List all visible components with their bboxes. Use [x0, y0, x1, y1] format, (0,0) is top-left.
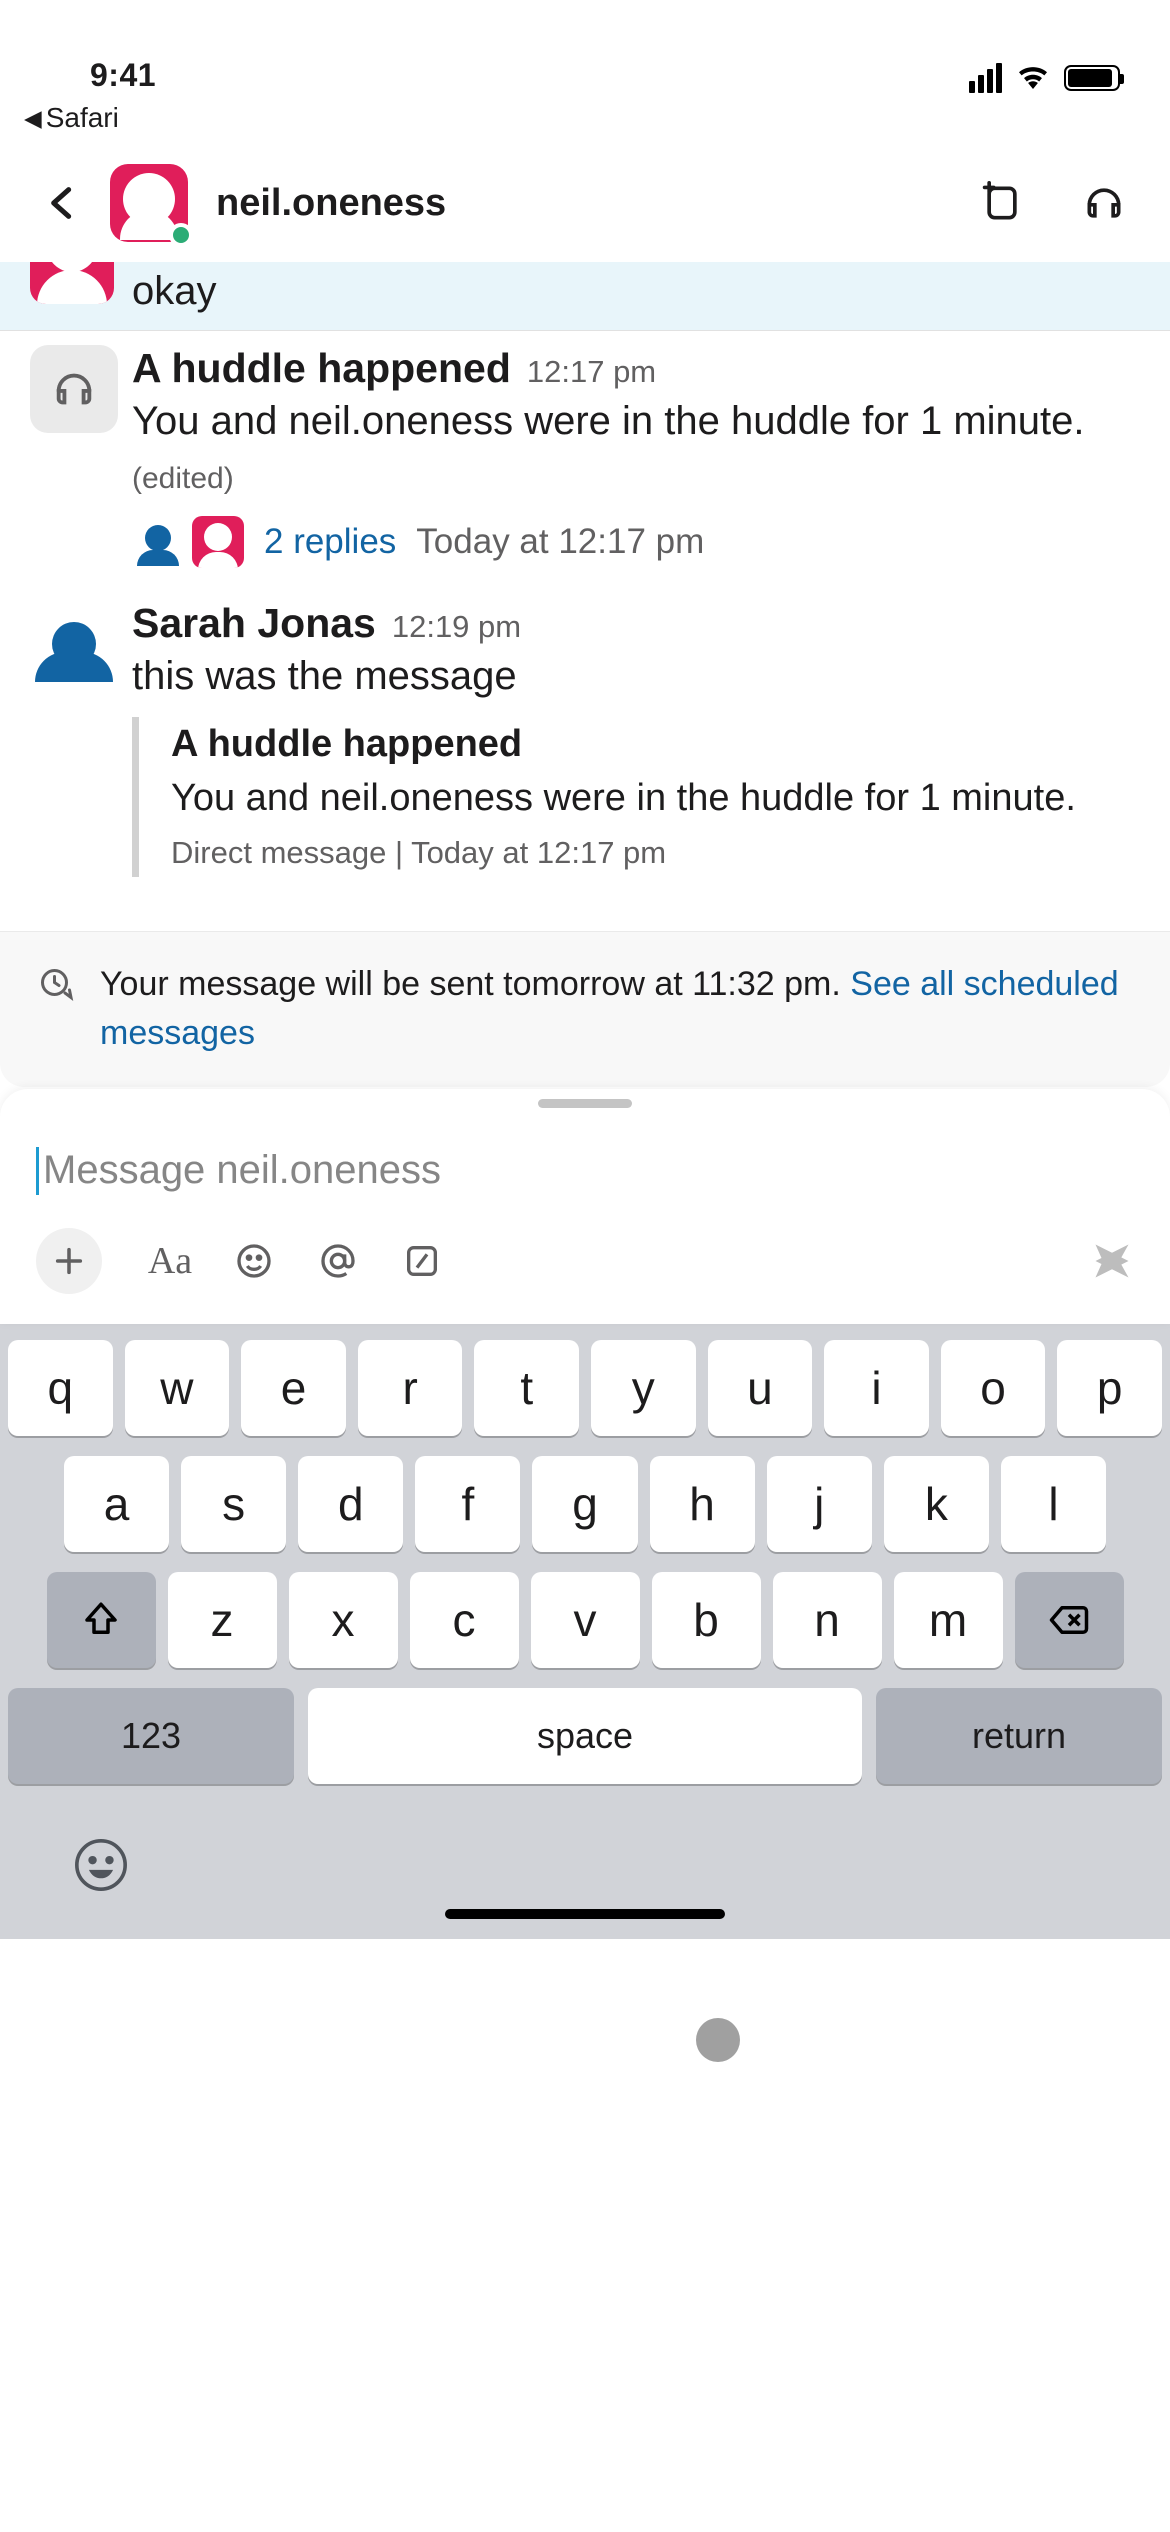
- message-text: this was the message: [132, 649, 1140, 703]
- replies-timestamp: Today at 12:17 pm: [416, 522, 704, 562]
- key-e[interactable]: e: [241, 1340, 346, 1436]
- message-composer: Message neil.oneness Aa: [0, 1089, 1170, 1324]
- conversation-title[interactable]: neil.oneness: [216, 182, 446, 225]
- key-r[interactable]: r: [358, 1340, 463, 1436]
- message-list[interactable]: okay A huddle happened 12:17 pm You and …: [0, 262, 1170, 901]
- key-x[interactable]: x: [289, 1572, 398, 1668]
- shift-key[interactable]: [47, 1572, 156, 1668]
- quoted-message[interactable]: A huddle happened You and neil.oneness w…: [132, 717, 1140, 877]
- key-q[interactable]: q: [8, 1340, 113, 1436]
- wifi-icon: [1016, 61, 1050, 94]
- input-placeholder: Message neil.oneness: [43, 1148, 441, 1193]
- mention-button[interactable]: [316, 1239, 360, 1283]
- key-k[interactable]: k: [884, 1456, 989, 1552]
- emoji-keyboard-button[interactable]: [72, 1836, 130, 1899]
- text-cursor: [36, 1147, 39, 1195]
- drag-handle[interactable]: [538, 1099, 632, 1108]
- huddle-button[interactable]: [1074, 173, 1134, 233]
- backspace-key[interactable]: [1015, 1572, 1124, 1668]
- message-text: okay: [132, 264, 1140, 318]
- message-item[interactable]: Sarah Jonas 12:19 pm this was the messag…: [0, 586, 1170, 901]
- quote-body: You and neil.oneness were in the huddle …: [171, 772, 1140, 825]
- return-key[interactable]: return: [876, 1688, 1162, 1784]
- key-s[interactable]: s: [181, 1456, 286, 1552]
- add-attachment-button[interactable]: [36, 1228, 102, 1294]
- status-bar: 9:41: [0, 0, 1170, 100]
- format-button[interactable]: Aa: [148, 1239, 192, 1283]
- cellular-icon: [969, 63, 1002, 93]
- message-input[interactable]: Message neil.oneness: [0, 1136, 1170, 1206]
- message-timestamp: 12:19 pm: [392, 609, 521, 645]
- thread-summary[interactable]: 2 replies Today at 12:17 pm: [132, 516, 1140, 568]
- key-o[interactable]: o: [941, 1340, 1046, 1436]
- key-v[interactable]: v: [531, 1572, 640, 1668]
- slash-command-button[interactable]: [400, 1239, 444, 1283]
- touch-indicator-icon: [696, 2018, 740, 2062]
- key-i[interactable]: i: [824, 1340, 929, 1436]
- key-j[interactable]: j: [767, 1456, 872, 1552]
- headphones-icon: [30, 345, 118, 433]
- status-time: 9:41: [50, 57, 156, 94]
- back-to-app[interactable]: ◀ Safari: [0, 100, 1170, 144]
- key-f[interactable]: f: [415, 1456, 520, 1552]
- key-t[interactable]: t: [474, 1340, 579, 1436]
- key-n[interactable]: n: [773, 1572, 882, 1668]
- key-g[interactable]: g: [532, 1456, 637, 1552]
- presence-active-icon: [169, 223, 193, 247]
- numbers-key[interactable]: 123: [8, 1688, 294, 1784]
- key-b[interactable]: b: [652, 1572, 761, 1668]
- key-u[interactable]: u: [708, 1340, 813, 1436]
- reply-avatar: [132, 516, 184, 568]
- keyboard: qwertyuiop asdfghjkl zxcvbnm 123 space r…: [0, 1324, 1170, 1939]
- send-button[interactable]: [1090, 1239, 1134, 1283]
- chevron-left-icon: ◀: [24, 105, 42, 132]
- key-p[interactable]: p: [1057, 1340, 1162, 1436]
- status-icons: [969, 61, 1120, 94]
- key-c[interactable]: c: [410, 1572, 519, 1668]
- banner-text: Your message will be sent tomorrow at 11…: [100, 960, 1132, 1059]
- event-timestamp: 12:17 pm: [527, 354, 656, 390]
- avatar: [30, 600, 118, 688]
- replies-link[interactable]: 2 replies: [264, 522, 396, 562]
- reply-avatar: [192, 516, 244, 568]
- scheduled-banner: Your message will be sent tomorrow at 11…: [0, 931, 1170, 1087]
- avatar: [30, 262, 114, 304]
- space-key[interactable]: space: [308, 1688, 862, 1784]
- quote-title: A huddle happened: [171, 723, 1140, 766]
- key-z[interactable]: z: [168, 1572, 277, 1668]
- key-l[interactable]: l: [1001, 1456, 1106, 1552]
- key-m[interactable]: m: [894, 1572, 1003, 1668]
- battery-icon: [1064, 65, 1120, 91]
- quote-meta: Direct message | Today at 12:17 pm: [171, 835, 1140, 871]
- conversation-header: neil.oneness: [0, 144, 1170, 262]
- event-title: A huddle happened: [132, 345, 511, 392]
- key-h[interactable]: h: [650, 1456, 755, 1552]
- key-y[interactable]: y: [591, 1340, 696, 1436]
- scheduled-icon: [38, 960, 74, 1007]
- back-button[interactable]: [36, 177, 88, 229]
- key-a[interactable]: a: [64, 1456, 169, 1552]
- edited-label: (edited): [132, 462, 234, 495]
- canvas-button[interactable]: [972, 173, 1032, 233]
- contact-avatar[interactable]: [110, 164, 188, 242]
- message-item[interactable]: okay: [0, 262, 1170, 331]
- home-indicator[interactable]: [445, 1909, 725, 1919]
- huddle-event[interactable]: A huddle happened 12:17 pm You and neil.…: [0, 331, 1170, 586]
- key-w[interactable]: w: [125, 1340, 230, 1436]
- emoji-button[interactable]: [232, 1239, 276, 1283]
- sender-name: Sarah Jonas: [132, 600, 376, 647]
- back-app-label: Safari: [46, 102, 119, 134]
- key-d[interactable]: d: [298, 1456, 403, 1552]
- event-body: You and neil.oneness were in the huddle …: [132, 394, 1140, 502]
